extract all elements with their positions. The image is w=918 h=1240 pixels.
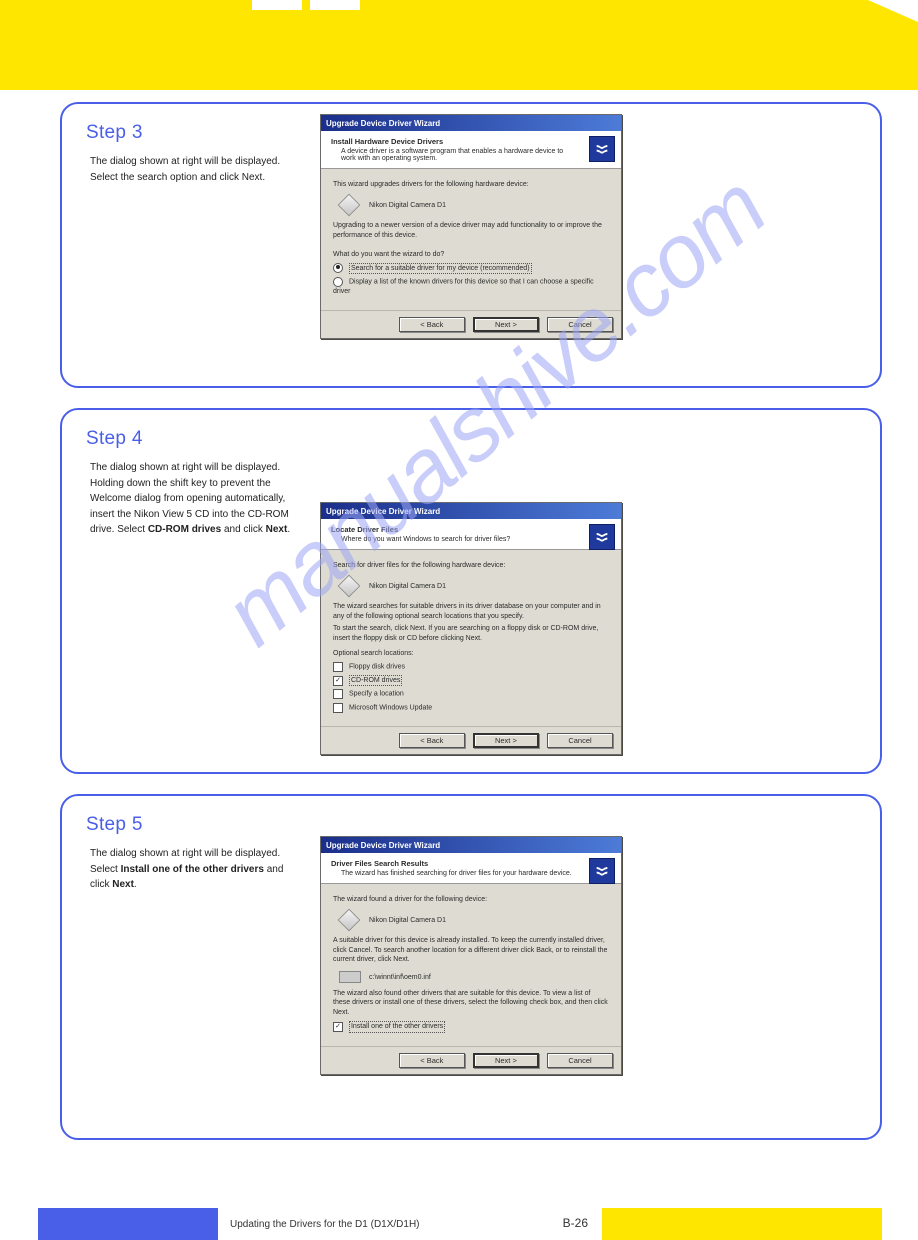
body-text: This wizard upgrades drivers for the fol… [333, 180, 609, 189]
footer-text: Updating the Drivers for the D1 (D1X/D1H… [230, 1219, 420, 1230]
dialog-header: Driver Files Search Results The wizard h… [321, 853, 621, 884]
body-text-3: To start the search, click Next. If you … [333, 624, 609, 643]
dialog-header: Locate Driver Files Where do you want Wi… [321, 519, 621, 550]
checkbox-winupdate[interactable]: Microsoft Windows Update [333, 703, 609, 713]
dialog-buttons: < Back Next > Cancel [321, 726, 621, 754]
step4-title: Step 4 [86, 428, 862, 450]
back-button[interactable]: < Back [399, 733, 465, 748]
checkbox-label: Microsoft Windows Update [349, 704, 432, 711]
dialog-body: The wizard found a driver for the follow… [321, 884, 621, 1046]
dialog-title-bar: Upgrade Device Driver Wizard [321, 115, 621, 131]
cancel-button[interactable]: Cancel [547, 317, 613, 332]
step4-section: Step 4 The dialog shown at right will be… [60, 408, 882, 774]
checkbox-label: Specify a location [349, 691, 404, 698]
device-row: Nikon Digital Camera D1 [339, 910, 609, 930]
checkbox-floppy[interactable]: Floppy disk drives [333, 662, 609, 672]
step3-dialog: Upgrade Device Driver Wizard Install Har… [320, 114, 622, 339]
path-row: c:\winnt\inf\oem0.inf [339, 971, 609, 983]
back-button[interactable]: < Back [399, 317, 465, 332]
radio-icon [333, 263, 343, 273]
footer-bar-left [38, 1208, 218, 1240]
dialog-heading: Locate Driver Files [331, 525, 577, 534]
body-text-2: Upgrading to a newer version of a device… [333, 221, 609, 240]
checkbox-install-other[interactable]: Install one of the other drivers [333, 1021, 609, 1032]
checkbox-specify[interactable]: Specify a location [333, 689, 609, 699]
body-text-3: The wizard also found other drivers that… [333, 989, 609, 1017]
dialog-body: This wizard upgrades drivers for the fol… [321, 169, 621, 310]
wizard-icon [589, 524, 615, 550]
back-button[interactable]: < Back [399, 1053, 465, 1068]
radio-option-2[interactable]: Display a list of the known drivers for … [333, 277, 609, 297]
step4-text: The dialog shown at right will be displa… [90, 460, 300, 538]
device-name: Nikon Digital Camera D1 [369, 583, 446, 590]
dialog-buttons: < Back Next > Cancel [321, 1046, 621, 1074]
radio-option-1[interactable]: Search for a suitable driver for my devi… [333, 263, 609, 274]
device-row: Nikon Digital Camera D1 [339, 195, 609, 215]
dialog-subheading: Where do you want Windows to search for … [341, 536, 577, 543]
dialog-heading: Install Hardware Device Drivers [331, 137, 577, 146]
checkbox-cdrom[interactable]: CD-ROM drives [333, 675, 609, 686]
device-name: Nikon Digital Camera D1 [369, 202, 446, 209]
body-text-2: The wizard searches for suitable drivers… [333, 602, 609, 621]
step5-title: Step 5 [86, 814, 862, 836]
step5-section: Step 5 The dialog shown at right will be… [60, 794, 882, 1140]
checkbox-label: Floppy disk drives [349, 663, 405, 670]
checkbox-icon [333, 1022, 343, 1032]
device-row: Nikon Digital Camera D1 [339, 576, 609, 596]
step5-text: The dialog shown at right will be displa… [90, 846, 300, 893]
next-button[interactable]: Next > [473, 317, 539, 332]
page-number: B-26 [563, 1216, 588, 1230]
step3-text: The dialog shown at right will be displa… [90, 154, 300, 185]
device-icon [338, 575, 361, 598]
step3-section: Step 3 The dialog shown at right will be… [60, 102, 882, 388]
radio-label: Display a list of the known drivers for … [333, 278, 594, 295]
dialog-title-bar: Upgrade Device Driver Wizard [321, 503, 621, 519]
radio-label: Search for a suitable driver for my devi… [349, 263, 532, 274]
checkbox-icon [333, 689, 343, 699]
body-text: The wizard found a driver for the follow… [333, 895, 609, 904]
optional-title: Optional search locations: [333, 649, 609, 658]
dialog-subheading: The wizard has finished searching for dr… [341, 870, 577, 877]
radio-icon [333, 277, 343, 287]
next-button[interactable]: Next > [473, 1053, 539, 1068]
dialog-title-bar: Upgrade Device Driver Wizard [321, 837, 621, 853]
dialog-body: Search for driver files for the followin… [321, 550, 621, 726]
device-icon [338, 194, 361, 217]
wizard-question: What do you want the wizard to do? [333, 250, 609, 259]
checkbox-icon [333, 676, 343, 686]
checkbox-label: CD-ROM drives [349, 675, 402, 686]
checkbox-icon [333, 703, 343, 713]
page-header [0, 0, 918, 90]
body-text: Search for driver files for the followin… [333, 561, 609, 570]
body-text-2: A suitable driver for this device is alr… [333, 936, 609, 964]
step5-dialog: Upgrade Device Driver Wizard Driver File… [320, 836, 622, 1075]
dialog-subheading: A device driver is a software program th… [341, 148, 577, 162]
step4-dialog: Upgrade Device Driver Wizard Locate Driv… [320, 502, 622, 755]
dialog-buttons: < Back Next > Cancel [321, 310, 621, 338]
dialog-header: Install Hardware Device Drivers A device… [321, 131, 621, 169]
device-name: Nikon Digital Camera D1 [369, 917, 446, 924]
drive-icon [339, 971, 361, 983]
next-button[interactable]: Next > [473, 733, 539, 748]
cancel-button[interactable]: Cancel [547, 1053, 613, 1068]
footer-bar-right [602, 1208, 882, 1240]
device-icon [338, 909, 361, 932]
wizard-icon [589, 858, 615, 884]
page-footer: Updating the Drivers for the D1 (D1X/D1H… [0, 1200, 918, 1240]
dialog-heading: Driver Files Search Results [331, 859, 577, 868]
checkbox-label: Install one of the other drivers [349, 1021, 445, 1032]
wizard-icon [589, 136, 615, 162]
driver-path: c:\winnt\inf\oem0.inf [369, 974, 431, 981]
content-area: manualshive.com Step 3 The dialog shown … [0, 90, 918, 1200]
checkbox-icon [333, 662, 343, 672]
cancel-button[interactable]: Cancel [547, 733, 613, 748]
